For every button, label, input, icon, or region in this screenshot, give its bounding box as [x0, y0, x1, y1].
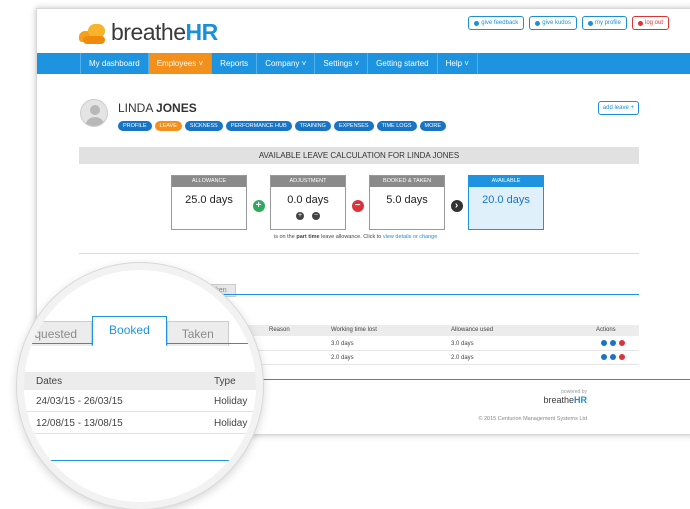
tab-time-logs[interactable]: TIME LOGS	[376, 121, 417, 131]
footer-logo: breatheHR	[543, 395, 587, 405]
booked-table-header: Dates Type	[24, 372, 256, 390]
tab-more[interactable]: MORE	[419, 121, 447, 131]
row-actions	[601, 354, 625, 360]
tab-expenses[interactable]: EXPENSES	[333, 121, 374, 131]
col-type: Type	[214, 376, 236, 387]
nav-getting-started[interactable]: Getting started	[368, 53, 438, 74]
adjustment-card: ADJUSTMENT 0.0 days + −	[270, 175, 346, 230]
booked-taken-card: BOOKED & TAKEN 5.0 days	[369, 175, 445, 230]
delete-icon[interactable]	[619, 340, 625, 346]
logo-icon	[79, 22, 107, 44]
col-reason: Reason	[269, 327, 290, 333]
star-icon	[535, 20, 541, 26]
calendar-icon[interactable]	[601, 340, 607, 346]
minus-icon: −	[351, 200, 364, 212]
profile-tabs: PROFILE LEAVE SICKNESS PERFORMANCE HUB T…	[118, 121, 447, 131]
equals-operator: ›	[445, 175, 468, 213]
table-row[interactable]: 12/08/15 - 13/08/15 Holiday	[24, 413, 256, 434]
booked-taken-value: 5.0 days	[386, 194, 428, 206]
footer-line	[24, 460, 256, 461]
calendar-icon[interactable]	[601, 354, 607, 360]
give-kudos-button[interactable]: give kudos	[529, 16, 577, 30]
plus-operator: +	[247, 175, 270, 213]
col-working-time-lost: Working time lost	[331, 327, 377, 333]
increase-adjustment-button[interactable]: +	[296, 212, 304, 220]
give-feedback-button[interactable]: give feedback	[468, 16, 525, 30]
arrow-right-icon: ›	[450, 200, 463, 212]
employee-name: LINDA JONES	[118, 101, 197, 115]
my-profile-button[interactable]: my profile	[581, 16, 627, 30]
available-label: AVAILABLE	[469, 176, 543, 187]
log-out-button[interactable]: log out	[631, 16, 669, 30]
decrease-adjustment-button[interactable]: −	[312, 212, 320, 220]
available-card: AVAILABLE 20.0 days	[468, 175, 544, 230]
employee-profile-header: LINDA JONES add leave + PROFILE LEAVE SI…	[79, 99, 639, 135]
row-actions	[601, 340, 625, 346]
arrow-right-icon[interactable]	[610, 340, 616, 346]
top-links: give feedback give kudos my profile log …	[468, 16, 669, 30]
powered-by: powered by breatheHR	[543, 389, 587, 405]
avatar	[80, 99, 108, 127]
main-nav: My dashboard Employees ˅ Reports Company…	[37, 53, 690, 74]
arrow-right-icon[interactable]	[610, 354, 616, 360]
nav-help[interactable]: Help ˅	[438, 53, 478, 74]
nav-company[interactable]: Company ˅	[257, 53, 316, 74]
view-details-link[interactable]: view details or change	[383, 234, 437, 240]
leave-cards: ALLOWANCE 25.0 days + ADJUSTMENT 0.0 day…	[171, 175, 544, 230]
divider	[79, 253, 639, 254]
tab-training[interactable]: TRAINING	[294, 121, 331, 131]
leave-calculation-title: AVAILABLE LEAVE CALCULATION FOR LINDA JO…	[79, 147, 639, 164]
col-dates: Dates	[36, 376, 63, 387]
power-icon	[637, 20, 643, 26]
leave-calculation: AVAILABLE LEAVE CALCULATION FOR LINDA JO…	[79, 147, 639, 247]
allowance-card: ALLOWANCE 25.0 days	[171, 175, 247, 230]
tab-leave[interactable]: LEAVE	[154, 121, 182, 131]
allowance-note: is on the part time leave allowance. Cli…	[274, 234, 438, 240]
magnifier-lens: Requested Booked Taken Dates Type 24/03/…	[17, 263, 263, 509]
booked-taken-label: BOOKED & TAKEN	[370, 176, 444, 187]
col-actions: Actions	[596, 327, 616, 333]
table-row[interactable]: 24/03/15 - 26/03/15 Holiday	[24, 391, 256, 412]
adjustment-label: ADJUSTMENT	[271, 176, 345, 187]
available-value: 20.0 days	[482, 194, 530, 206]
feedback-icon	[474, 20, 480, 26]
plus-icon: +	[252, 200, 265, 212]
nav-reports[interactable]: Reports	[212, 53, 258, 74]
col-allowance-used: Allowance used	[451, 327, 494, 333]
tab-profile[interactable]: PROFILE	[118, 121, 152, 131]
minus-operator: −	[346, 175, 369, 213]
breathehr-logo[interactable]: breatheHR	[79, 19, 218, 46]
allowance-value: 25.0 days	[185, 194, 233, 206]
copyright: © 2015 Centurion Management Systems Ltd	[478, 416, 587, 422]
logo-text: breatheHR	[111, 19, 218, 45]
user-icon	[587, 20, 593, 26]
leave-tabs: Requested Booked Taken	[24, 316, 229, 346]
add-leave-button[interactable]: add leave +	[597, 101, 639, 115]
tab-sickness[interactable]: SICKNESS	[184, 121, 223, 131]
adjustment-stepper: + −	[271, 212, 345, 220]
nav-settings[interactable]: Settings ˅	[315, 53, 369, 74]
nav-employees[interactable]: Employees ˅	[148, 53, 213, 74]
header: breatheHR give feedback give kudos my pr…	[37, 9, 690, 53]
adjustment-value: 0.0 days	[287, 194, 329, 206]
allowance-label: ALLOWANCE	[172, 176, 246, 187]
nav-my-dashboard[interactable]: My dashboard	[80, 53, 149, 74]
tab-performance-hub[interactable]: PERFORMANCE HUB	[225, 121, 292, 131]
delete-icon[interactable]	[619, 354, 625, 360]
tab-booked[interactable]: Booked	[92, 316, 167, 346]
